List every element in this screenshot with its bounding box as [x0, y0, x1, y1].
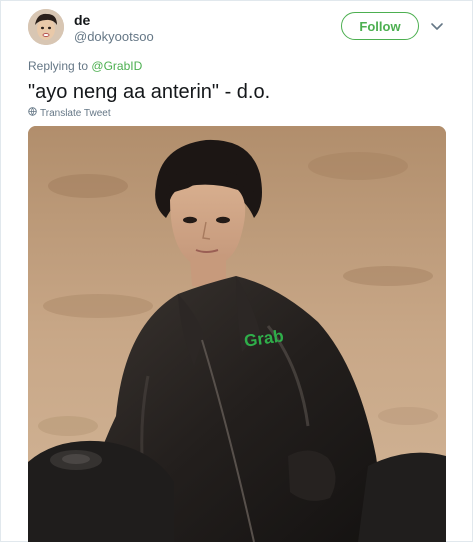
follow-button[interactable]: Follow [341, 12, 419, 40]
user-handle[interactable]: @dokyootsoo [74, 29, 154, 44]
chevron-down-icon[interactable] [429, 18, 445, 34]
display-name[interactable]: de [74, 12, 90, 28]
translate-tweet-link[interactable]: Translate Tweet [28, 107, 111, 119]
translate-label: Translate Tweet [40, 107, 111, 119]
globe-icon [28, 107, 37, 119]
avatar[interactable] [28, 9, 64, 45]
tweet-text: "ayo neng aa anterin" - d.o. [28, 81, 271, 103]
tweet-photo[interactable]: Grab [28, 126, 446, 542]
replying-to: Replying to @GrabID [28, 59, 142, 73]
tweet-card: de @dokyootsoo Follow Replying to @GrabI… [0, 0, 473, 542]
mention-link[interactable]: @GrabID [91, 59, 142, 73]
replying-to-label: Replying to [28, 59, 89, 73]
